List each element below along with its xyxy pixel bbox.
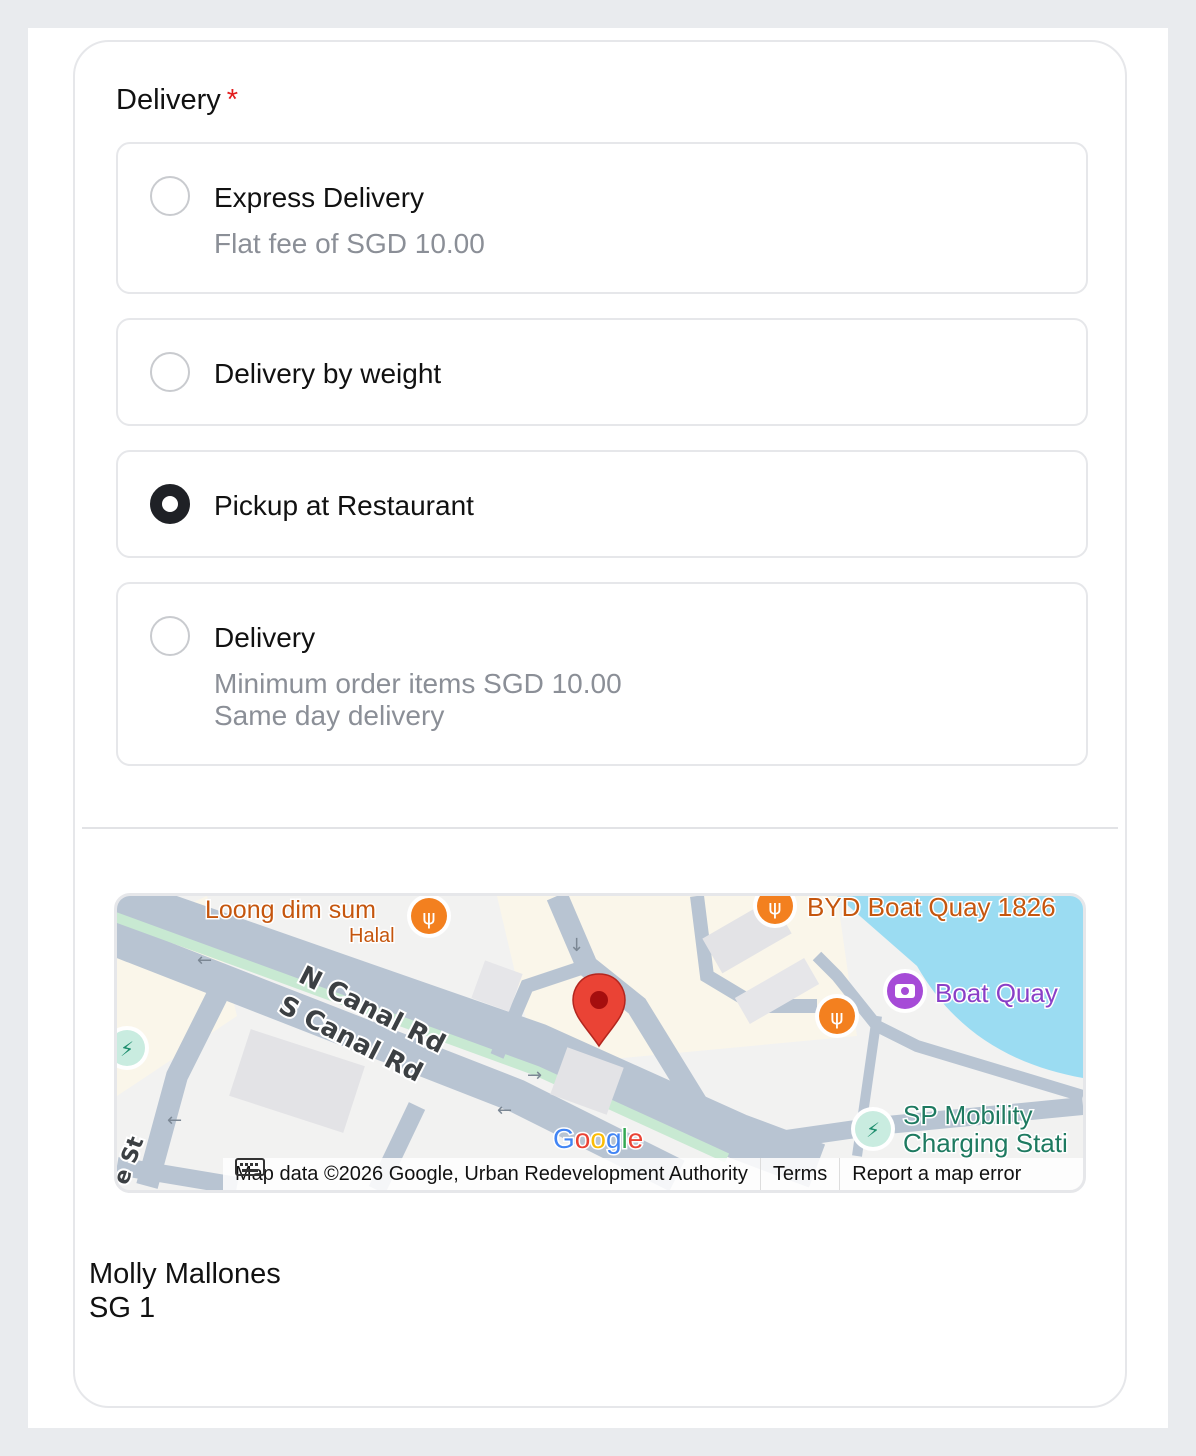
option-delivery-by-weight[interactable]: Delivery by weight (116, 318, 1088, 426)
option-title: Delivery by weight (214, 358, 442, 389)
svg-text:ψ: ψ (768, 896, 781, 919)
option-delivery[interactable]: Delivery Minimum order items SGD 10.00 S… (116, 582, 1088, 766)
svg-text:→: → (527, 1065, 542, 1086)
poi-label-byd-boat-quay[interactable]: BYD Boat Quay 1826 (806, 896, 1058, 924)
express-delivery-radio[interactable] (150, 176, 190, 216)
restaurant-address: SG 1 (89, 1292, 156, 1324)
report-map-error-link[interactable]: Report a map error (840, 1163, 1033, 1186)
keyboard-shortcuts-icon[interactable] (235, 1158, 265, 1176)
svg-text:←: ← (167, 1110, 182, 1131)
location-map[interactable]: ← ← ← → ↓ N Canal Rd S Canal Rd e St Loo… (114, 893, 1086, 1193)
camera-icon[interactable] (883, 969, 927, 1013)
poi-label-boat-quay[interactable]: Boat Quay (934, 977, 1060, 1010)
svg-text:⚡: ⚡ (120, 1037, 134, 1061)
poi-label-loong-dim-sum[interactable]: Loong dim sum (204, 896, 378, 926)
option-description: Flat fee of SGD 10.00 (214, 228, 485, 259)
pickup-at-restaurant-radio[interactable] (150, 484, 190, 524)
option-description: Minimum order items SGD 10.00 (214, 668, 622, 699)
svg-text:ψ: ψ (422, 905, 435, 929)
map-attribution-bar: Map data ©2026 Google, Urban Redevelopme… (223, 1158, 1083, 1190)
option-title: Pickup at Restaurant (214, 490, 474, 521)
svg-text:⚡: ⚡ (866, 1118, 880, 1142)
option-title: Express Delivery (214, 182, 425, 213)
map-data-attribution: Map data ©2026 Google, Urban Redevelopme… (235, 1162, 748, 1185)
poi-label-sp-mobility[interactable]: SP Mobility (902, 1099, 1035, 1132)
charging-station-icon[interactable]: ⚡ (851, 1107, 895, 1151)
option-title: Delivery (214, 622, 316, 653)
page: Delivery * Express Delivery Flat fee of S… (28, 28, 1168, 1428)
required-marker: * (226, 84, 239, 116)
google-logo: Google (553, 1123, 643, 1154)
poi-sublabel-halal: Halal (349, 925, 395, 947)
map-canvas[interactable]: ← ← ← → ↓ N Canal Rd S Canal Rd e St Loo… (117, 896, 1083, 1190)
svg-text:←: ← (197, 950, 212, 971)
restaurant-icon[interactable]: ψ (407, 896, 451, 938)
restaurant-icon[interactable]: ψ (815, 994, 859, 1038)
svg-text:↓: ↓ (569, 935, 584, 956)
poi-label-charging-station: Charging Stati (903, 1128, 1068, 1158)
restaurant-name: Molly Mallones (89, 1258, 281, 1290)
delivery-card: Delivery * Express Delivery Flat fee of S… (73, 40, 1127, 1408)
map-terms-link[interactable]: Terms (761, 1163, 839, 1186)
pickup-location-details: Molly Mallones SG 1 (89, 1257, 281, 1325)
delivery-label-text: Delivery (116, 84, 221, 116)
option-description: Same day delivery (214, 700, 445, 731)
svg-text:←: ← (497, 1100, 512, 1121)
delivery-radio[interactable] (150, 616, 190, 656)
delivery-section-label: Delivery * (116, 84, 238, 117)
option-pickup-at-restaurant[interactable]: Pickup at Restaurant (116, 450, 1088, 558)
section-divider (82, 827, 1118, 829)
option-express-delivery[interactable]: Express Delivery Flat fee of SGD 10.00 (116, 142, 1088, 294)
svg-text:ψ: ψ (830, 1005, 843, 1029)
delivery-by-weight-radio[interactable] (150, 352, 190, 392)
